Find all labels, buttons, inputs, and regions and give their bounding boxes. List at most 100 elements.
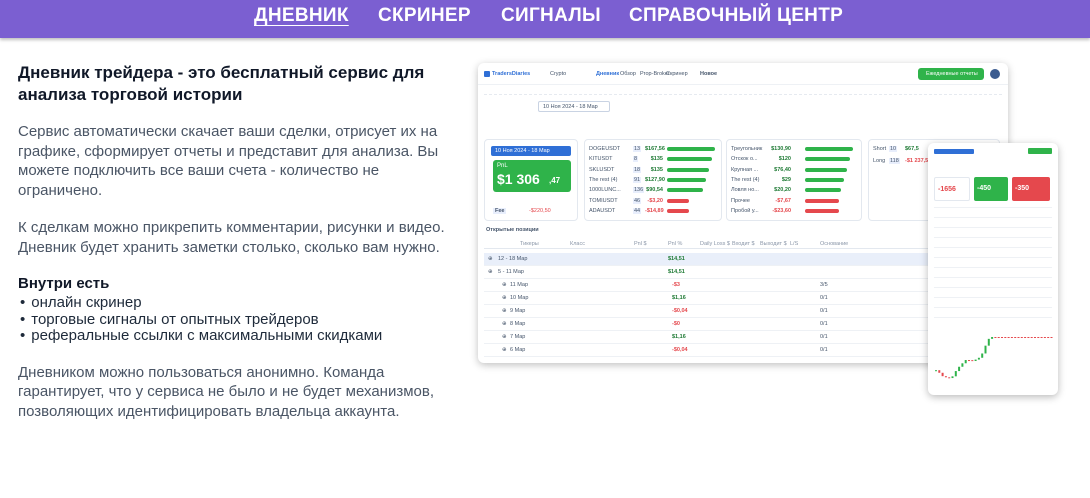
candle <box>997 337 1000 338</box>
setup-name: Пробой у... <box>731 207 759 214</box>
mobile-row <box>934 277 1052 278</box>
expand-icon[interactable]: ⊕ <box>502 347 507 353</box>
news-link[interactable]: Новое <box>700 71 717 77</box>
mobile-row <box>934 227 1052 228</box>
intro-paragraph-2: К сделкам можно прикрепить комментарии, … <box>18 219 445 256</box>
day-pnl: $1,16 <box>672 295 686 301</box>
nav-signals[interactable]: СИГНАЛЫ <box>501 5 601 27</box>
ticker-name: 1000LUNC... <box>589 187 621 194</box>
setup-value: -$7,67 <box>775 197 791 204</box>
ticker-bar <box>667 147 715 151</box>
mobile-row <box>934 267 1052 268</box>
setup-value: $20,20 <box>774 187 791 194</box>
expand-icon[interactable]: ⊕ <box>502 295 507 301</box>
nav-screener[interactable]: СКРИНЕР <box>378 5 471 27</box>
avatar[interactable] <box>990 69 1000 79</box>
table-row[interactable]: ⊕ 7 Мар $1,16 0/1 <box>484 331 1002 344</box>
expand-icon[interactable]: ⊕ <box>502 282 507 288</box>
coin-select[interactable]: Crypto <box>550 71 566 77</box>
pnl-value: $1 306 <box>497 171 540 187</box>
ticker-bar <box>667 167 709 172</box>
candle <box>938 370 941 373</box>
ticker-value: -$14,89 <box>645 207 664 214</box>
candle <box>1050 337 1053 338</box>
mobile-row <box>934 317 1052 318</box>
ticker-count: 8 <box>633 156 639 163</box>
day-pnl: -$0,04 <box>672 308 688 314</box>
ticker-value: -$3,20 <box>647 197 663 204</box>
table-row[interactable]: ⊕ 6 Мар -$0,04 0/1 <box>484 344 1002 357</box>
candle <box>987 338 990 346</box>
inside-list: онлайн скринер торговые сигналы от опытн… <box>18 294 458 345</box>
day-ls: 0/1 <box>820 334 828 340</box>
expand-icon[interactable]: ⊕ <box>488 256 493 262</box>
setup-value: $29 <box>781 176 791 183</box>
day-label: 8 Мар <box>510 321 526 327</box>
setup-bar <box>805 167 847 172</box>
side-value: $67,5 <box>905 146 919 152</box>
table-row[interactable]: ⊕ 8 Мар -$0 0/1 <box>484 318 1002 331</box>
tab-diary[interactable]: Дневник <box>596 71 619 77</box>
top-nav: ДНЕВНИК СКРИНЕР СИГНАЛЫ СПРАВОЧНЫЙ ЦЕНТР <box>0 0 1090 38</box>
candle <box>1047 337 1050 338</box>
candle <box>948 377 951 379</box>
ticker-count: 18 <box>633 166 642 173</box>
candle <box>1037 337 1040 338</box>
expand-icon[interactable]: ⊕ <box>488 269 493 275</box>
date-filter[interactable]: 10 Ноя 2024 - 18 Мар <box>538 101 610 112</box>
mobile-button[interactable] <box>1028 148 1052 154</box>
candle <box>1001 337 1003 338</box>
column-header: L/S <box>790 241 799 247</box>
ticker-value: $135 <box>650 156 663 163</box>
fee-label: Fee <box>493 208 507 214</box>
mobile-row <box>934 287 1052 288</box>
candle <box>1030 337 1033 338</box>
candle <box>974 359 977 362</box>
day-ls: 0/1 <box>820 308 828 314</box>
group-label: 5 - 11 Мар <box>498 269 524 275</box>
setup-name: Треугольник <box>731 146 763 152</box>
candle <box>1007 337 1010 338</box>
expand-icon[interactable]: ⊕ <box>502 334 507 340</box>
list-item: реферальные ссылки с максимальными скидк… <box>18 327 458 345</box>
expand-icon[interactable]: ⊕ <box>502 308 507 314</box>
mobile-row <box>934 297 1052 298</box>
setup-bar <box>805 177 844 182</box>
ticker-value: $90,54 <box>646 187 663 194</box>
setup-name: Отскок о... <box>731 156 758 163</box>
candle <box>981 353 984 358</box>
table-row[interactable]: ⊕ 5 - 11 Мар $14,51 <box>484 266 1002 279</box>
intro-section: Дневник трейдера - это бесплатный сервис… <box>18 62 458 421</box>
nav-diary[interactable]: ДНЕВНИК <box>254 5 349 27</box>
table-row[interactable]: ⊕ 12 - 18 Мар $14,51 <box>484 253 1002 266</box>
tab-screener[interactable]: Скринер <box>666 71 688 77</box>
setup-name: Крупная ... <box>731 166 759 173</box>
intro-paragraph-3: Дневником можно пользоваться анонимно. К… <box>18 363 434 420</box>
candle <box>951 376 954 379</box>
candle <box>935 370 937 372</box>
tab-overview[interactable]: Обзор <box>620 71 636 77</box>
day-label: 6 Мар <box>510 347 526 353</box>
fee-value: -$220,50 <box>529 208 551 214</box>
table-row[interactable]: ⊕ 11 Мар -$3 3/5 <box>484 279 1002 292</box>
ticker-value: $167,56 <box>645 146 665 152</box>
column-header: Класс <box>570 241 585 247</box>
candle <box>954 371 957 377</box>
candle <box>1034 337 1036 338</box>
ticker-count: 136 <box>633 187 645 194</box>
ticker-name: DOGEUSDT <box>589 146 621 152</box>
setup-value: -$23,60 <box>772 207 791 214</box>
ticker-bar <box>667 208 689 213</box>
reports-button[interactable]: Ежедневные отчеты <box>918 68 984 80</box>
ticker-name: The rest (4) <box>589 176 618 183</box>
table-row[interactable]: ⊕ 10 Мар $1,16 0/1 <box>484 292 1002 305</box>
group-pnl: $14,51 <box>668 269 685 275</box>
inside-title: Внутри есть <box>18 275 110 292</box>
table-row[interactable]: ⊕ 9 Мар -$0,04 0/1 <box>484 305 1002 318</box>
day-pnl: -$0 <box>672 321 680 327</box>
nav-help-center[interactable]: СПРАВОЧНЫЙ ЦЕНТР <box>629 5 843 27</box>
expand-icon[interactable]: ⊕ <box>502 321 507 327</box>
mobile-card: -1656 <box>934 177 970 201</box>
column-header: Основание <box>820 241 849 247</box>
day-ls: 0/1 <box>820 295 828 301</box>
